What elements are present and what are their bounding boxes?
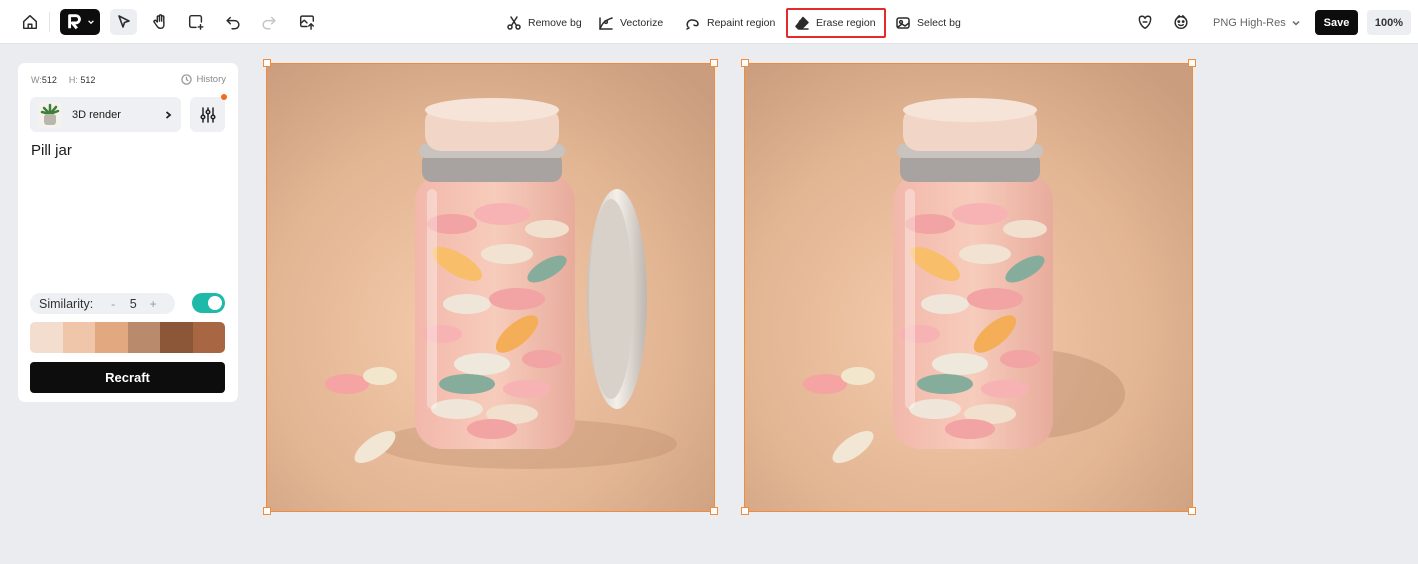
export-format-select[interactable]: PNG High-Res [1207, 9, 1307, 36]
select-tool-button[interactable] [110, 9, 137, 35]
clock-icon [181, 74, 193, 85]
select-bg-button[interactable]: Select bg [889, 9, 967, 36]
undo-icon[interactable] [219, 0, 247, 44]
export-format-label: PNG High-Res [1213, 16, 1286, 29]
palette-swatch[interactable] [160, 322, 193, 353]
repaint-region-label: Repaint region [707, 16, 776, 29]
similarity-control: Similarity: - 5 + [30, 293, 175, 314]
plant-thumbnail-icon [38, 101, 62, 128]
palette-swatch[interactable] [30, 322, 63, 353]
toggle-knob [208, 296, 222, 310]
palette-swatch[interactable] [62, 322, 95, 353]
similarity-decrease-button[interactable]: - [107, 297, 119, 311]
vectorize-icon [599, 16, 613, 30]
vectorize-button[interactable]: Vectorize [592, 9, 669, 36]
repaint-icon [686, 18, 699, 30]
resize-handle-bottom-right[interactable] [1188, 507, 1196, 515]
chevron-down-icon [87, 20, 94, 25]
recraft-button[interactable]: Recraft [30, 362, 225, 393]
similarity-value: 5 [129, 296, 137, 311]
save-button[interactable]: Save [1315, 10, 1358, 35]
upload-image-icon[interactable] [293, 0, 321, 44]
canvas-image-edited[interactable] [744, 63, 1193, 512]
erase-region-label: Erase region [816, 17, 876, 29]
face-icon[interactable] [1167, 0, 1195, 44]
repaint-region-button[interactable]: Repaint region [679, 9, 781, 36]
canvas-image-original[interactable] [266, 63, 715, 512]
remove-bg-label: Remove bg [528, 16, 582, 29]
height-dimension: H: 512 [68, 75, 96, 85]
pill-jar-image [267, 64, 714, 511]
palette-swatch[interactable] [95, 322, 128, 353]
style-selector[interactable]: 3D render [30, 97, 181, 132]
resize-handle-bottom-left[interactable] [741, 507, 749, 515]
color-palette[interactable] [30, 322, 225, 353]
resize-handle-top-right[interactable] [710, 59, 718, 67]
cursor-icon [117, 15, 130, 28]
similarity-increase-button[interactable]: + [147, 297, 159, 311]
remove-bg-button[interactable]: Remove bg [500, 9, 588, 36]
zoom-level[interactable]: 100% [1367, 10, 1411, 35]
resize-handle-top-right[interactable] [1188, 59, 1196, 67]
toolbar-divider [49, 12, 50, 32]
notification-dot [221, 94, 227, 100]
eraser-icon [795, 16, 809, 30]
resize-handle-bottom-left[interactable] [263, 507, 271, 515]
select-bg-icon [896, 16, 910, 29]
similarity-label: Similarity: [39, 296, 94, 311]
chevron-down-icon [1292, 20, 1300, 26]
resize-handle-bottom-right[interactable] [710, 507, 718, 515]
palette-swatch[interactable] [127, 322, 160, 353]
prompt-text[interactable]: Pill jar [31, 142, 72, 159]
remove-bg-icon [507, 15, 521, 30]
width-dimension: W:512 [31, 75, 57, 85]
top-toolbar: Remove bg Vectorize Repaint region Erase… [0, 0, 1418, 44]
image-dimensions: W:512 H: 512 [31, 75, 95, 85]
style-name: 3D render [72, 108, 121, 121]
similarity-toggle[interactable] [192, 293, 225, 313]
generation-panel: W:512 H: 512 History 3D render Pill jar … [18, 63, 238, 402]
brand-menu-button[interactable] [60, 9, 100, 35]
chevron-right-icon [165, 110, 172, 119]
recraft-logo-icon [67, 14, 81, 30]
resize-handle-top-left[interactable] [741, 59, 749, 67]
pill-jar-erased-lid-image [745, 64, 1192, 511]
mockup-icon[interactable] [1131, 0, 1159, 44]
add-frame-icon[interactable] [182, 0, 210, 44]
sliders-icon [199, 106, 216, 123]
resize-handle-top-left[interactable] [263, 59, 271, 67]
history-button[interactable]: History [181, 74, 226, 85]
palette-swatch[interactable] [192, 322, 225, 353]
vectorize-label: Vectorize [620, 16, 664, 29]
settings-button[interactable] [190, 97, 225, 132]
erase-region-button[interactable]: Erase region [786, 8, 886, 38]
redo-icon[interactable] [255, 0, 283, 44]
home-icon[interactable] [16, 0, 44, 44]
select-bg-label: Select bg [917, 16, 961, 29]
history-label: History [196, 74, 226, 85]
hand-tool-icon[interactable] [146, 0, 174, 44]
